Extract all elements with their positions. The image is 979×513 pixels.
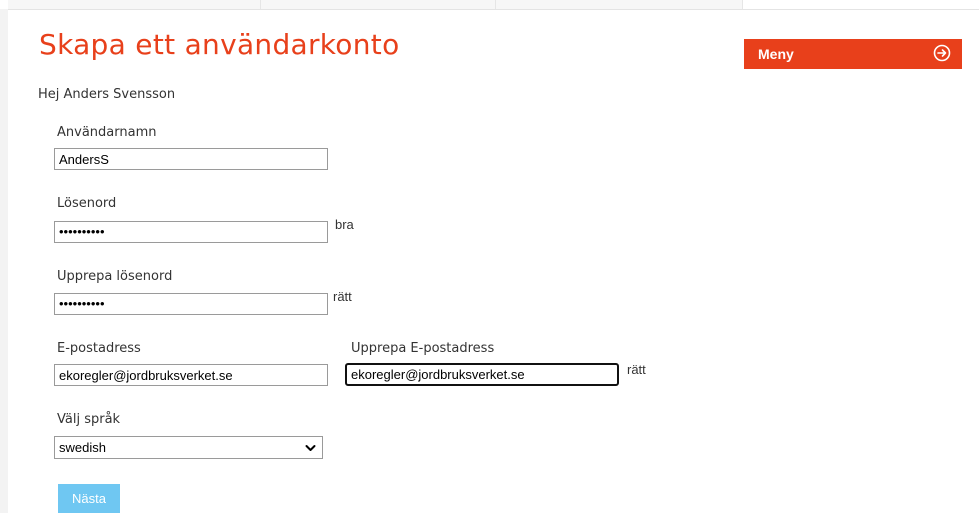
language-select-value: swedish — [59, 440, 106, 455]
left-gutter — [0, 9, 8, 513]
greeting-text: Hej Anders Svensson — [38, 87, 176, 102]
top-nav-segment — [8, 0, 261, 9]
password-repeat-input[interactable]: •••••••••• — [54, 293, 328, 315]
email-repeat-input[interactable] — [345, 363, 619, 386]
password-repeat-label: Upprepa lösenord — [57, 269, 173, 284]
menu-button-label: Meny — [758, 46, 794, 62]
email-label: E-postadress — [57, 341, 141, 356]
password-strength-status: bra — [335, 217, 354, 232]
password-label: Lösenord — [57, 196, 117, 211]
password-input[interactable]: •••••••••• — [54, 221, 328, 243]
chevron-down-icon — [305, 445, 316, 451]
username-label: Användarnamn — [57, 125, 157, 140]
language-select[interactable]: swedish — [54, 436, 323, 459]
menu-button[interactable]: Meny — [744, 39, 962, 69]
username-input[interactable] — [54, 148, 328, 170]
email-repeat-label: Upprepa E-postadress — [351, 341, 495, 356]
top-nav-segment — [496, 0, 743, 9]
email-input[interactable] — [54, 364, 328, 386]
top-nav-strip — [0, 0, 979, 9]
email-match-status: rätt — [627, 362, 646, 377]
password-match-status: rätt — [333, 289, 352, 304]
language-label: Välj språk — [57, 412, 121, 427]
next-button[interactable]: Nästa — [58, 484, 120, 513]
arrow-right-circle-icon — [933, 44, 951, 62]
top-nav-segment — [261, 0, 496, 9]
page-title: Skapa ett användarkonto — [39, 28, 400, 61]
